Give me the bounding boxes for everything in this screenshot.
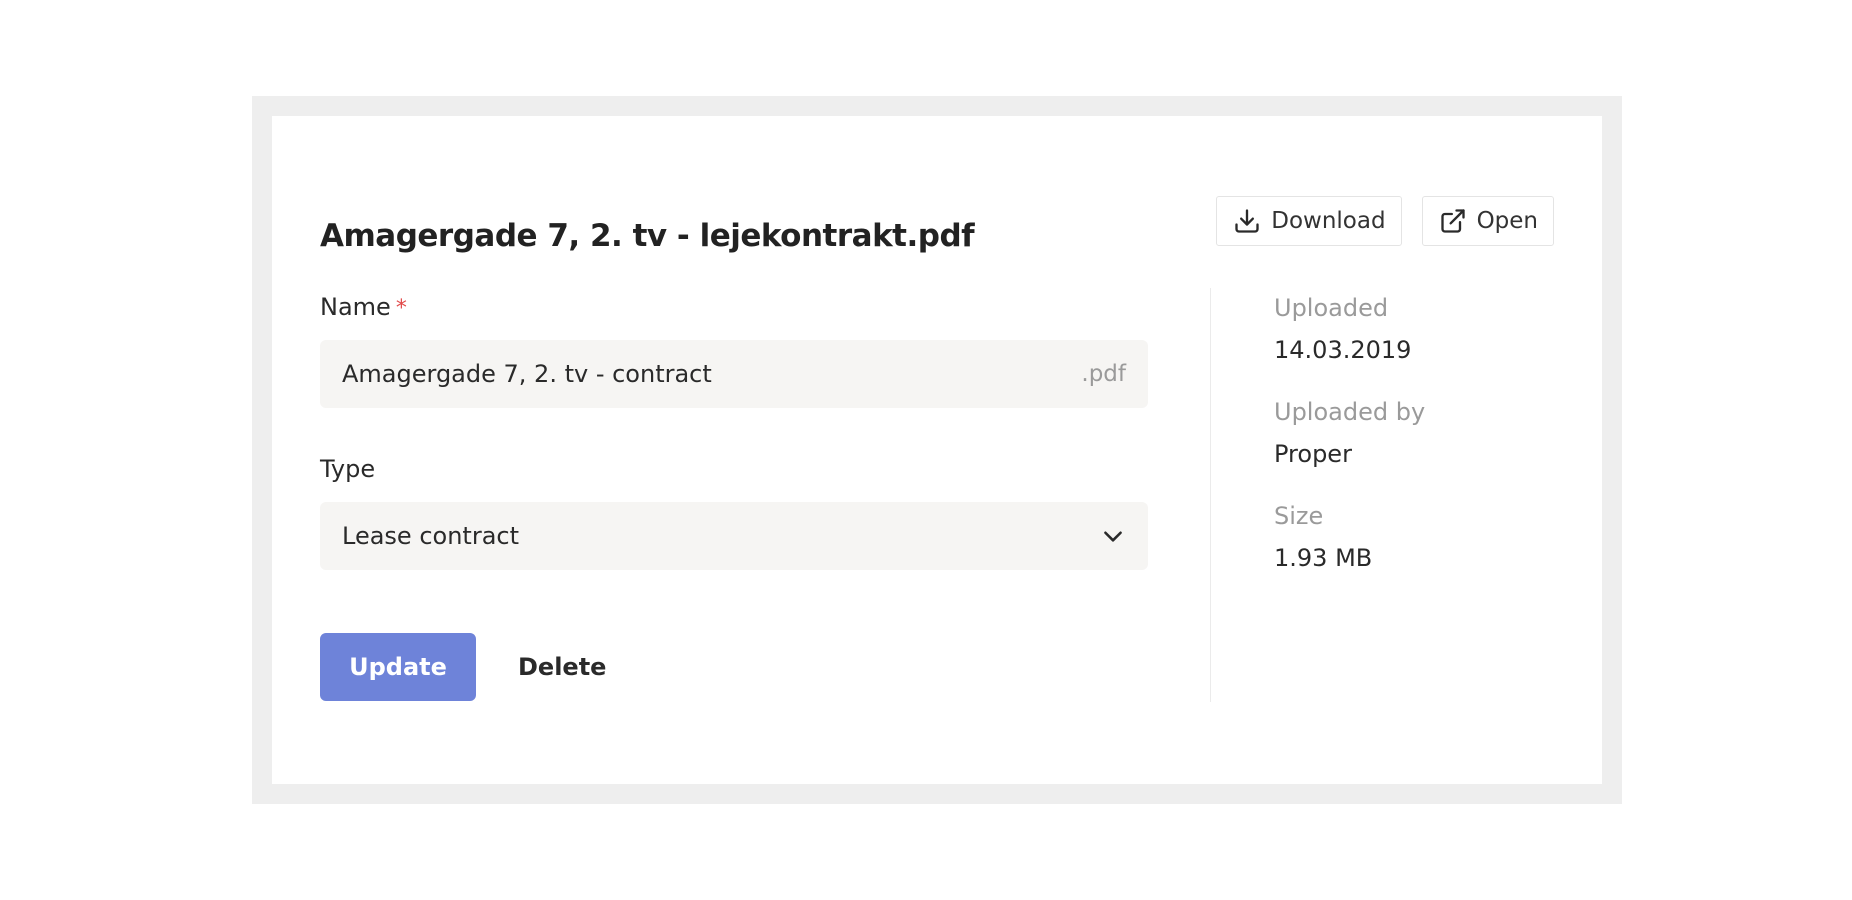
name-field-label: Name * [320, 292, 1148, 322]
name-label-text: Name [320, 293, 391, 321]
type-field-label: Type [320, 455, 376, 483]
file-metadata: Uploaded 14.03.2019 Uploaded by Proper S… [1274, 292, 1425, 604]
external-link-icon [1439, 207, 1467, 235]
type-field: Type Lease contract [320, 454, 1148, 570]
document-actions: Download Open [1216, 196, 1554, 246]
vertical-divider [1210, 288, 1211, 702]
delete-button[interactable]: Delete [518, 653, 606, 681]
uploaded-value: 14.03.2019 [1274, 336, 1412, 364]
document-card: Amagergade 7, 2. tv - lejekontrakt.pdf D… [272, 116, 1602, 784]
size-value: 1.93 MB [1274, 544, 1373, 572]
type-select-value: Lease contract [342, 522, 519, 550]
name-input-value: Amagergade 7, 2. tv - contract [342, 360, 712, 388]
size-info: Size 1.93 MB [1274, 500, 1425, 574]
card-frame: Amagergade 7, 2. tv - lejekontrakt.pdf D… [252, 96, 1622, 804]
download-button[interactable]: Download [1216, 196, 1402, 246]
document-title: Amagergade 7, 2. tv - lejekontrakt.pdf [320, 218, 975, 254]
form-buttons: Update Delete [320, 633, 1148, 701]
document-form: Name * Amagergade 7, 2. tv - contract .pd… [320, 292, 1148, 701]
download-label: Download [1271, 208, 1386, 234]
download-icon [1233, 207, 1261, 235]
uploaded-by-label: Uploaded by [1274, 398, 1426, 426]
open-button[interactable]: Open [1421, 196, 1554, 246]
chevron-down-icon [1100, 523, 1126, 549]
required-marker: * [395, 296, 407, 321]
uploaded-info: Uploaded 14.03.2019 [1274, 292, 1425, 366]
uploaded-by-info: Uploaded by Proper [1274, 396, 1425, 470]
uploaded-by-value: Proper [1274, 440, 1352, 468]
uploaded-label: Uploaded [1274, 294, 1389, 322]
name-input[interactable]: Amagergade 7, 2. tv - contract .pdf [320, 340, 1148, 408]
file-extension-suffix: .pdf [1081, 361, 1126, 387]
type-select[interactable]: Lease contract [320, 502, 1148, 570]
size-label: Size [1274, 502, 1324, 530]
update-button[interactable]: Update [320, 633, 476, 701]
open-label: Open [1476, 208, 1538, 234]
